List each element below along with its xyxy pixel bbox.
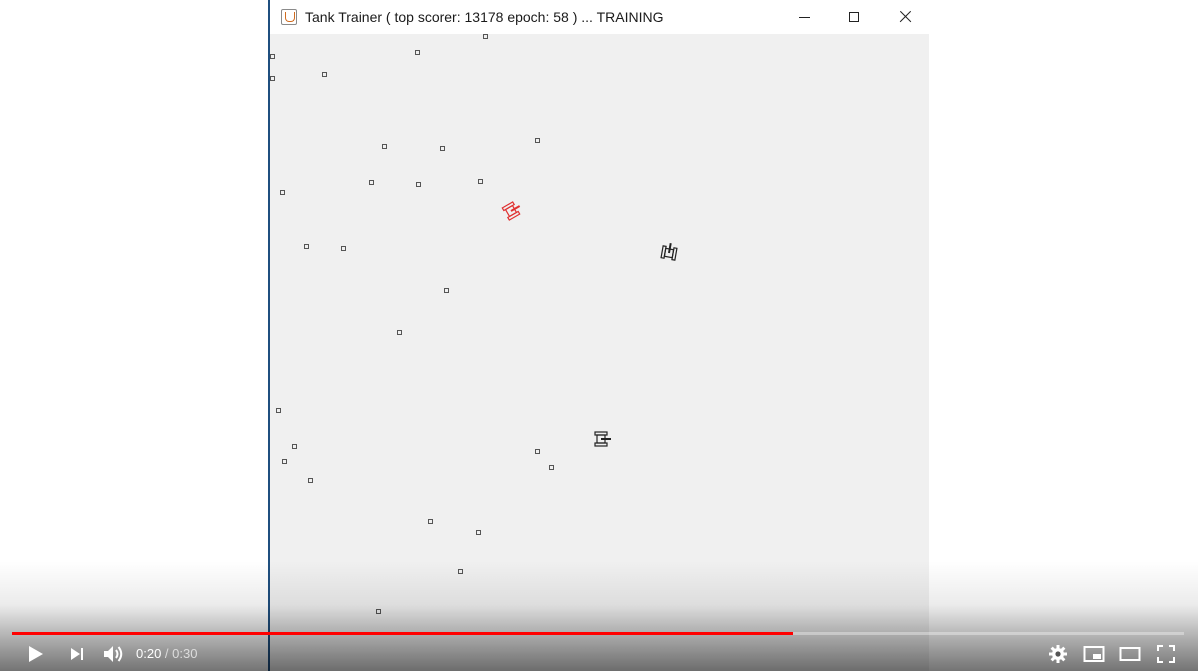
obstacle-block [458,569,463,574]
obstacle-block [276,408,281,413]
minimize-button[interactable] [781,0,827,34]
obstacle-block [280,190,285,195]
java-cup-icon [281,9,297,25]
obstacle-block [440,146,445,151]
obstacle-block [341,246,346,251]
window-title: Tank Trainer ( top scorer: 13178 epoch: … [305,9,664,25]
time-display: 0:20 / 0:30 [136,646,197,661]
app-window: Tank Trainer ( top scorer: 13178 epoch: … [268,0,929,671]
close-button[interactable] [882,0,928,34]
obstacle-block [416,182,421,187]
obstacle-block [535,449,540,454]
miniplayer-button[interactable] [1082,643,1106,665]
obstacle-block [478,179,483,184]
obstacle-block [282,459,287,464]
next-icon [71,648,83,660]
settings-button[interactable] [1047,643,1069,665]
red-tank-icon [501,201,521,221]
obstacle-block [382,144,387,149]
black-tank-south-icon [594,431,611,447]
obstacle-block [304,244,309,249]
theater-mode-button[interactable] [1118,643,1142,665]
game-arena [270,34,929,671]
progress-bar[interactable] [12,632,1184,635]
maximize-icon [849,12,859,22]
progress-played [12,632,794,635]
window-titlebar[interactable]: Tank Trainer ( top scorer: 13178 epoch: … [270,0,929,34]
black-tank-east-icon [660,242,678,261]
volume-icon [104,646,123,662]
close-icon [899,11,911,23]
obstacle-block [397,330,402,335]
obstacle-block [270,76,275,81]
duration: 0:30 [172,646,198,661]
obstacle-block [308,478,313,483]
play-button[interactable] [26,643,46,665]
obstacle-block [549,465,554,470]
theater-mode-icon [1119,647,1141,661]
fullscreen-icon [1157,645,1175,663]
obstacle-block [415,50,420,55]
obstacle-block [376,609,381,614]
time-separator: / [161,646,173,661]
play-icon [29,646,43,662]
obstacle-block [444,288,449,293]
fullscreen-button[interactable] [1155,643,1177,665]
obstacle-block [483,34,488,39]
obstacle-block [369,180,374,185]
obstacle-block [292,444,297,449]
maximize-button[interactable] [831,0,877,34]
current-time: 0:20 [136,646,162,661]
miniplayer-icon [1083,646,1105,662]
obstacle-block [428,519,433,524]
obstacle-block [270,54,275,59]
volume-button[interactable] [101,643,125,665]
obstacle-block [322,72,327,77]
obstacle-block [535,138,540,143]
minimize-icon [798,16,810,18]
next-button[interactable] [67,643,87,665]
obstacle-block [476,530,481,535]
settings-icon [1049,645,1067,663]
